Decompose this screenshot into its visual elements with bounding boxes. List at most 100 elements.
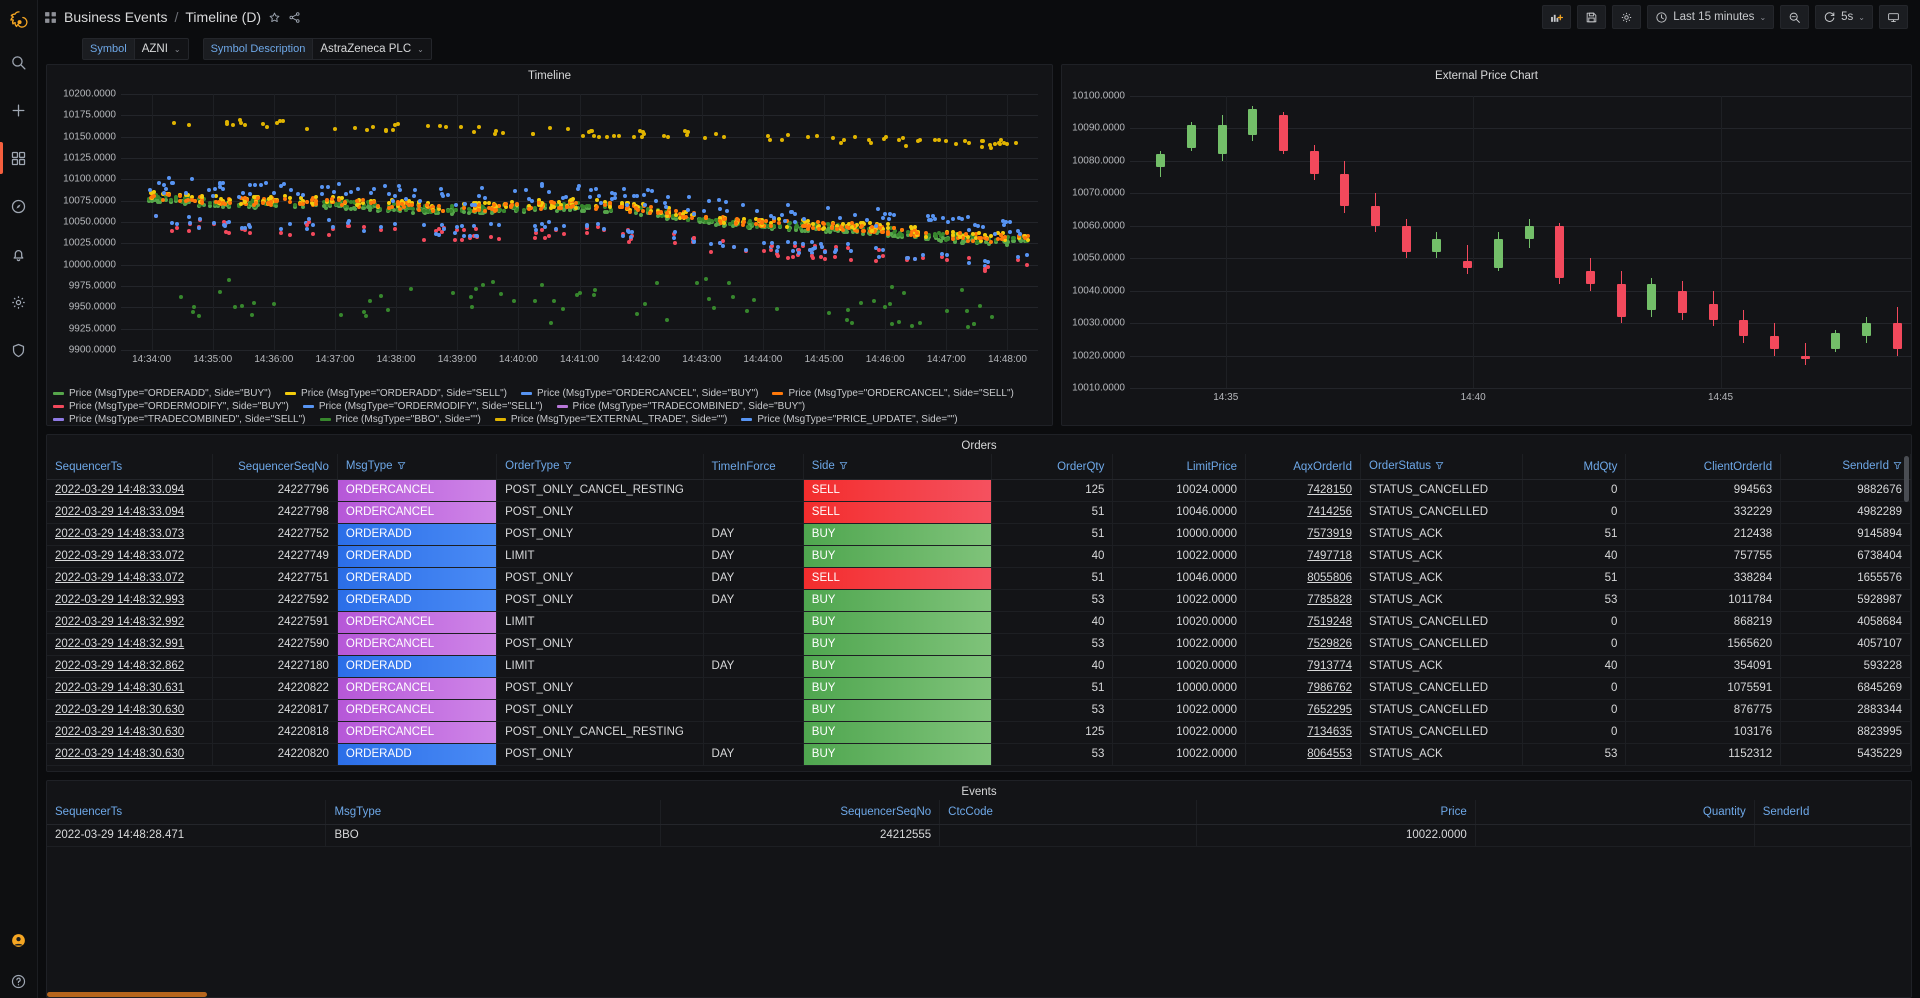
cell-aqxorderid[interactable]: 7986762 xyxy=(1246,678,1360,699)
refresh-button[interactable]: 5s ⌄ xyxy=(1815,5,1873,29)
table-row[interactable]: 2022-03-29 14:48:33.07224227749ORDERADDL… xyxy=(47,546,1911,568)
column-header-ordertype[interactable]: OrderType xyxy=(497,454,703,480)
legend-item[interactable]: Price (MsgType="EXTERNAL_TRADE", Side=""… xyxy=(495,414,728,425)
legend-item[interactable]: Price (MsgType="ORDERADD", Side="SELL") xyxy=(285,388,507,399)
cell-aqxorderid[interactable]: 7414256 xyxy=(1246,502,1360,523)
zoom-out-button[interactable] xyxy=(1780,5,1809,29)
cell-sequencerts[interactable]: 2022-03-29 14:48:33.072 xyxy=(47,546,212,567)
legend-item[interactable]: Price (MsgType="BBO", Side="") xyxy=(320,414,481,425)
panel-price-body[interactable]: 10010.000010020.000010030.000010040.0000… xyxy=(1062,84,1911,425)
filter-icon[interactable] xyxy=(563,461,572,473)
cell-aqxorderid[interactable]: 7652295 xyxy=(1246,700,1360,721)
column-header-mdqty[interactable]: MdQty xyxy=(1523,454,1626,480)
table-row[interactable]: 2022-03-29 14:48:33.09424227796ORDERCANC… xyxy=(47,480,1911,502)
sidebar-item-dashboards[interactable] xyxy=(0,134,38,182)
table-row[interactable]: 2022-03-29 14:48:30.63024220820ORDERADDP… xyxy=(47,744,1911,766)
column-header-limitprice[interactable]: LimitPrice xyxy=(1113,454,1246,480)
cell-sequencerts[interactable]: 2022-03-29 14:48:33.073 xyxy=(47,524,212,545)
table-row[interactable]: 2022-03-29 14:48:32.99324227592ORDERADDP… xyxy=(47,590,1911,612)
table-row[interactable]: 2022-03-29 14:48:32.86224227180ORDERADDL… xyxy=(47,656,1911,678)
table-row[interactable]: 2022-03-29 14:48:33.07224227751ORDERADDP… xyxy=(47,568,1911,590)
time-range-picker[interactable]: Last 15 minutes ⌄ xyxy=(1647,5,1774,29)
column-header-msgtype[interactable]: MsgType xyxy=(326,800,661,825)
sidebar-item-server-admin[interactable] xyxy=(0,326,38,374)
cell-sequencerts[interactable]: 2022-03-29 14:48:30.630 xyxy=(47,722,212,743)
table-row[interactable]: 2022-03-29 14:48:30.63124220822ORDERCANC… xyxy=(47,678,1911,700)
help-icon[interactable] xyxy=(0,964,38,998)
tv-mode-button[interactable] xyxy=(1879,5,1908,29)
grafana-logo[interactable] xyxy=(0,4,38,38)
panel-timeline-body[interactable]: 9900.00009925.00009950.00009975.00001000… xyxy=(47,84,1052,384)
cell-aqxorderid[interactable]: 7913774 xyxy=(1246,656,1360,677)
cell-aqxorderid[interactable]: 7134635 xyxy=(1246,722,1360,743)
sidebar-item-explore[interactable] xyxy=(0,182,38,230)
cell-aqxorderid[interactable]: 7519248 xyxy=(1246,612,1360,633)
user-avatar[interactable] xyxy=(0,916,38,964)
column-header-senderid[interactable]: SenderId xyxy=(1754,800,1910,825)
cell-sequencerts[interactable]: 2022-03-29 14:48:30.631 xyxy=(47,678,212,699)
table-row[interactable]: 2022-03-29 14:48:32.99124227590ORDERCANC… xyxy=(47,634,1911,656)
column-header-timeinforce[interactable]: TimeInForce xyxy=(703,454,803,480)
column-header-sequencerts[interactable]: SequencerTs xyxy=(47,454,212,480)
legend-item[interactable]: Price (MsgType="ORDERADD", Side="BUY") xyxy=(53,388,271,399)
events-horizontal-scrollbar[interactable] xyxy=(47,992,207,997)
column-header-sequencerseqno[interactable]: SequencerSeqNo xyxy=(661,800,940,825)
column-header-sequencerts[interactable]: SequencerTs xyxy=(47,800,326,825)
cell-sequencerts[interactable]: 2022-03-29 14:48:33.072 xyxy=(47,568,212,589)
breadcrumb-folder[interactable]: Business Events xyxy=(64,9,168,25)
cell-sequencerts[interactable]: 2022-03-29 14:48:32.991 xyxy=(47,634,212,655)
timeline-plot-area[interactable]: 9900.00009925.00009950.00009975.00001000… xyxy=(121,94,1038,350)
table-row[interactable]: 2022-03-29 14:48:33.07324227752ORDERADDP… xyxy=(47,524,1911,546)
column-header-clientorderid[interactable]: ClientOrderId xyxy=(1626,454,1781,480)
table-row[interactable]: 2022-03-29 14:48:28.471BBO2421255510022.… xyxy=(47,825,1911,847)
cell-aqxorderid[interactable]: 8055806 xyxy=(1246,568,1360,589)
cell-aqxorderid[interactable]: 7785828 xyxy=(1246,590,1360,611)
legend-item[interactable]: Price (MsgType="ORDERMODIFY", Side="SELL… xyxy=(303,401,543,412)
variable-symbol-description-select[interactable]: AstraZeneca PLC ⌄ xyxy=(312,38,431,60)
legend-item[interactable]: Price (MsgType="ORDERCANCEL", Side="BUY"… xyxy=(521,388,758,399)
orders-vertical-scrollbar[interactable] xyxy=(1904,456,1909,502)
star-icon[interactable] xyxy=(268,11,281,24)
filter-icon[interactable] xyxy=(1435,461,1444,473)
cell-sequencerts[interactable]: 2022-03-29 14:48:32.993 xyxy=(47,590,212,611)
sidebar-item-configuration[interactable] xyxy=(0,278,38,326)
column-header-price[interactable]: Price xyxy=(1196,800,1475,825)
legend-item[interactable]: Price (MsgType="ORDERCANCEL", Side="SELL… xyxy=(772,388,1013,399)
filter-icon[interactable] xyxy=(397,461,406,473)
legend-item[interactable]: Price (MsgType="ORDERMODIFY", Side="BUY"… xyxy=(53,401,289,412)
dashboard-settings-button[interactable] xyxy=(1612,5,1641,29)
table-row[interactable]: 2022-03-29 14:48:32.99224227591ORDERCANC… xyxy=(47,612,1911,634)
column-header-msgtype[interactable]: MsgType xyxy=(337,454,496,480)
sidebar-item-search[interactable] xyxy=(0,38,38,86)
cell-aqxorderid[interactable]: 8064553 xyxy=(1246,744,1360,765)
save-dashboard-button[interactable] xyxy=(1577,5,1606,29)
cell-aqxorderid[interactable]: 7428150 xyxy=(1246,480,1360,501)
legend-item[interactable]: Price (MsgType="TRADECOMBINED", Side="SE… xyxy=(53,414,306,425)
column-header-orderstatus[interactable]: OrderStatus xyxy=(1361,454,1523,480)
column-header-quantity[interactable]: Quantity xyxy=(1475,800,1754,825)
variable-symbol-select[interactable]: AZNI ⌄ xyxy=(134,38,189,60)
share-icon[interactable] xyxy=(288,11,301,24)
legend-item[interactable]: Price (MsgType="PRICE_UPDATE", Side="") xyxy=(741,414,957,425)
cell-sequencerts[interactable]: 2022-03-29 14:48:33.094 xyxy=(47,502,212,523)
table-row[interactable]: 2022-03-29 14:48:33.09424227798ORDERCANC… xyxy=(47,502,1911,524)
legend-item[interactable]: Price (MsgType="TRADECOMBINED", Side="BU… xyxy=(557,401,806,412)
filter-icon[interactable] xyxy=(1893,461,1902,473)
cell-aqxorderid[interactable]: 7529826 xyxy=(1246,634,1360,655)
column-header-ctccode[interactable]: CtcCode xyxy=(940,800,1197,825)
cell-sequencerts[interactable]: 2022-03-29 14:48:32.992 xyxy=(47,612,212,633)
cell-sequencerts[interactable]: 2022-03-29 14:48:30.630 xyxy=(47,700,212,721)
column-header-orderqty[interactable]: OrderQty xyxy=(992,454,1113,480)
sidebar-item-create[interactable] xyxy=(0,86,38,134)
cell-sequencerts[interactable]: 2022-03-29 14:48:33.094 xyxy=(47,480,212,501)
cell-aqxorderid[interactable]: 7573919 xyxy=(1246,524,1360,545)
filter-icon[interactable] xyxy=(839,461,848,473)
table-row[interactable]: 2022-03-29 14:48:30.63024220817ORDERCANC… xyxy=(47,700,1911,722)
column-header-senderid[interactable]: SenderId xyxy=(1781,454,1911,480)
cell-sequencerts[interactable]: 2022-03-29 14:48:32.862 xyxy=(47,656,212,677)
add-panel-button[interactable] xyxy=(1542,5,1571,29)
price-plot-area[interactable]: 10010.000010020.000010030.000010040.0000… xyxy=(1130,96,1911,388)
column-header-side[interactable]: Side xyxy=(803,454,992,480)
table-row[interactable]: 2022-03-29 14:48:30.63024220818ORDERCANC… xyxy=(47,722,1911,744)
sidebar-item-alerting[interactable] xyxy=(0,230,38,278)
